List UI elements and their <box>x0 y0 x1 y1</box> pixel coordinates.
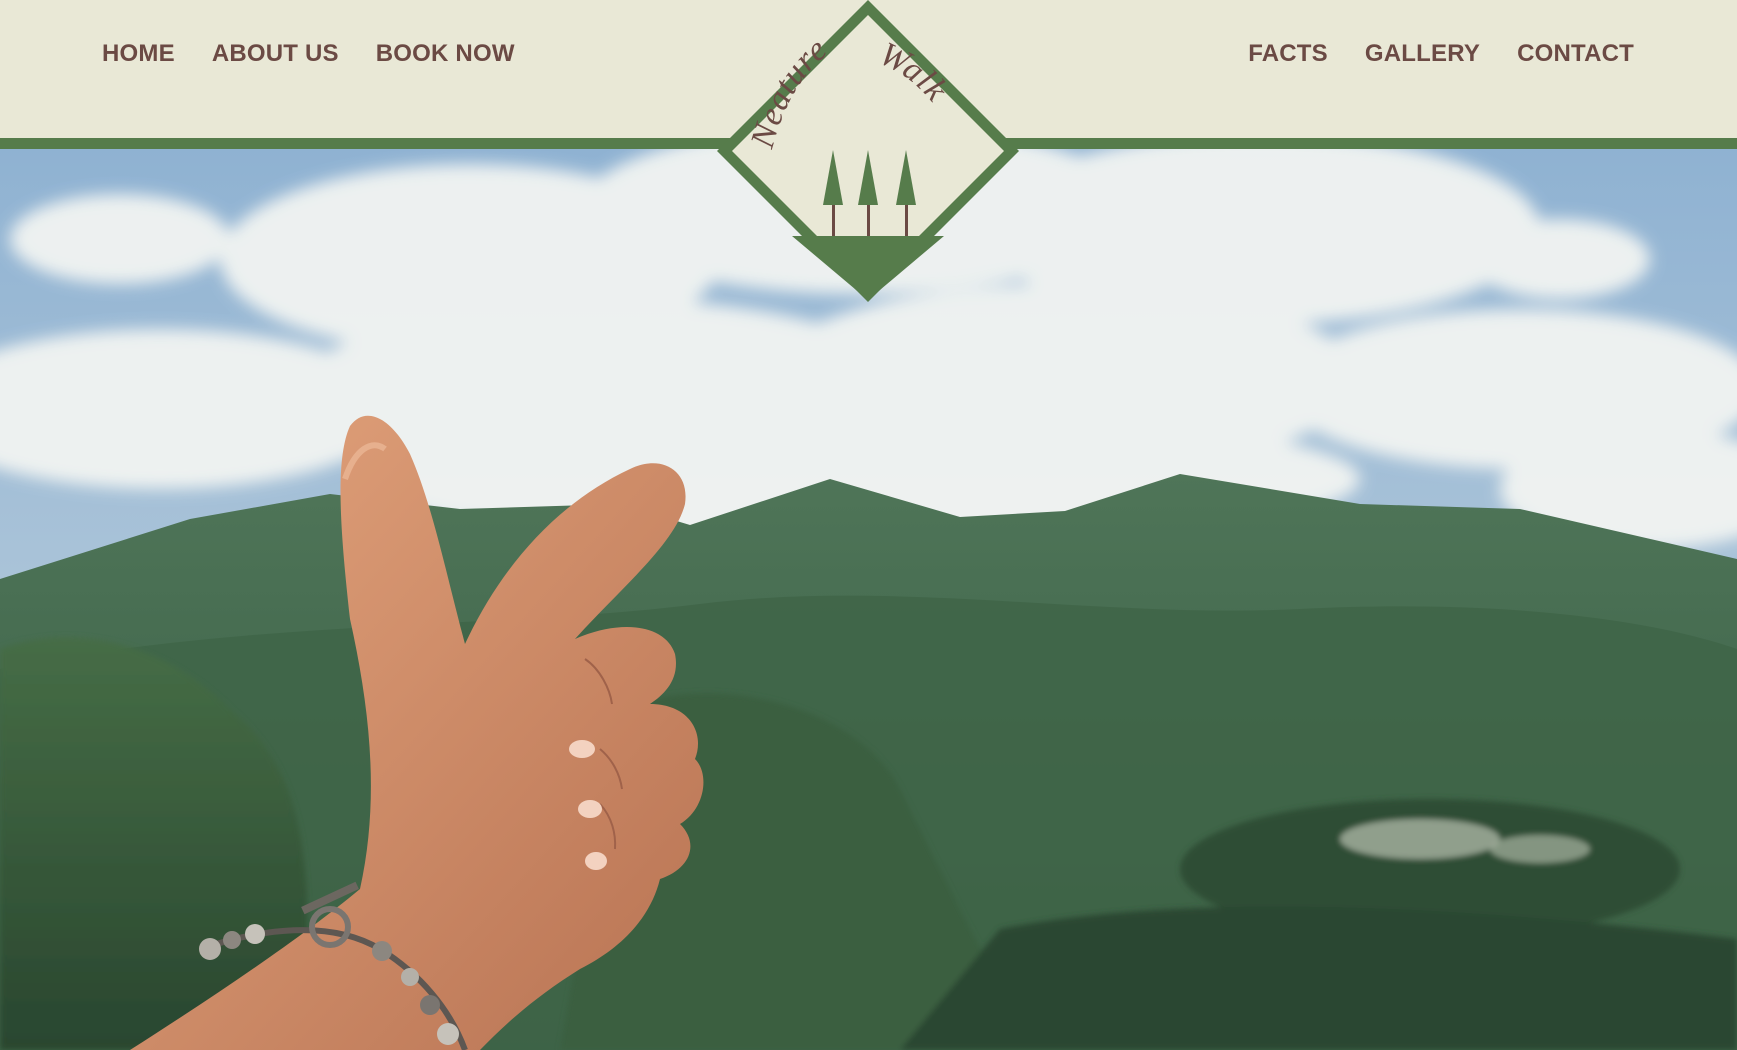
site-logo[interactable]: Neature Walk <box>717 0 1019 302</box>
nav-left: HOME ABOUT US BOOK NOW <box>102 40 515 68</box>
nav-facts-link[interactable]: FACTS <box>1248 40 1328 68</box>
nav-right: FACTS GALLERY CONTACT <box>1248 40 1634 68</box>
logo-badge-icon: Neature Walk <box>717 0 1019 302</box>
nav-gallery-link[interactable]: GALLERY <box>1365 40 1480 68</box>
nav-about-us-link[interactable]: ABOUT US <box>212 40 339 68</box>
nav-book-now-link[interactable]: BOOK NOW <box>376 40 515 68</box>
nav-home-link[interactable]: HOME <box>102 40 175 68</box>
nav-contact-link[interactable]: CONTACT <box>1517 40 1634 68</box>
